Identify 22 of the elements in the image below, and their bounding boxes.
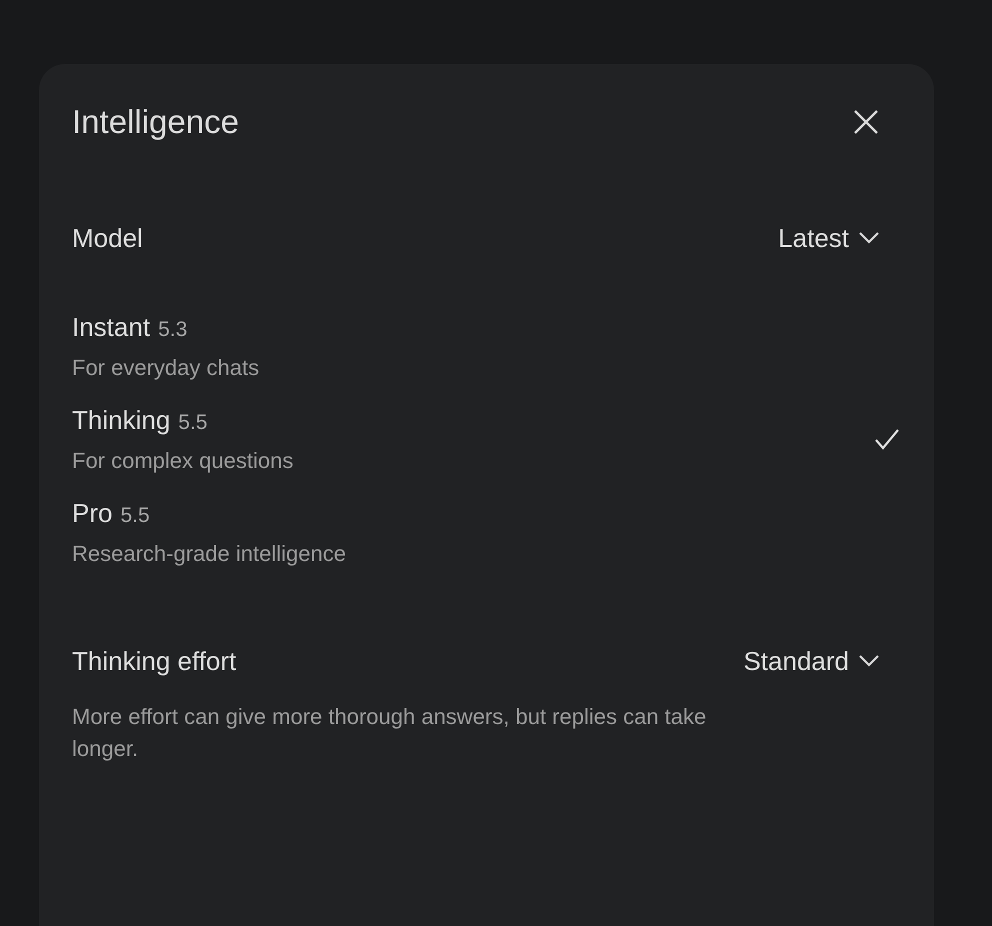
chevron-down-icon bbox=[859, 655, 879, 667]
option-description: Research-grade intelligence bbox=[72, 541, 346, 567]
close-icon bbox=[853, 109, 879, 135]
option-name: Thinking bbox=[72, 405, 170, 436]
close-button[interactable] bbox=[853, 109, 879, 135]
version-label: 5.3 bbox=[158, 318, 188, 342]
effort-description: More effort can give more thorough answers, but replies can take longer. bbox=[72, 703, 708, 763]
model-option[interactable]: Instant 5.3 For everyday chats bbox=[72, 312, 899, 381]
option-description: For everyday chats bbox=[72, 355, 260, 381]
model-option[interactable]: Thinking 5.5 For complex questions bbox=[72, 405, 899, 474]
model-label: Model bbox=[72, 222, 143, 254]
option-description: For complex questions bbox=[72, 448, 294, 474]
model-option[interactable]: Pro 5.5 Research-grade intelligence bbox=[72, 498, 899, 567]
model-dropdown[interactable]: Latest bbox=[778, 222, 879, 254]
version-label: 5.5 bbox=[120, 504, 150, 528]
dialog-title: Intelligence bbox=[72, 103, 239, 141]
effort-dropdown[interactable]: Standard bbox=[743, 646, 879, 676]
effort-label: Thinking effort bbox=[72, 646, 236, 676]
version-label: 5.5 bbox=[178, 411, 208, 435]
option-name: Instant bbox=[72, 312, 150, 343]
chevron-down-icon bbox=[859, 232, 879, 244]
option-name: Pro bbox=[72, 498, 112, 529]
